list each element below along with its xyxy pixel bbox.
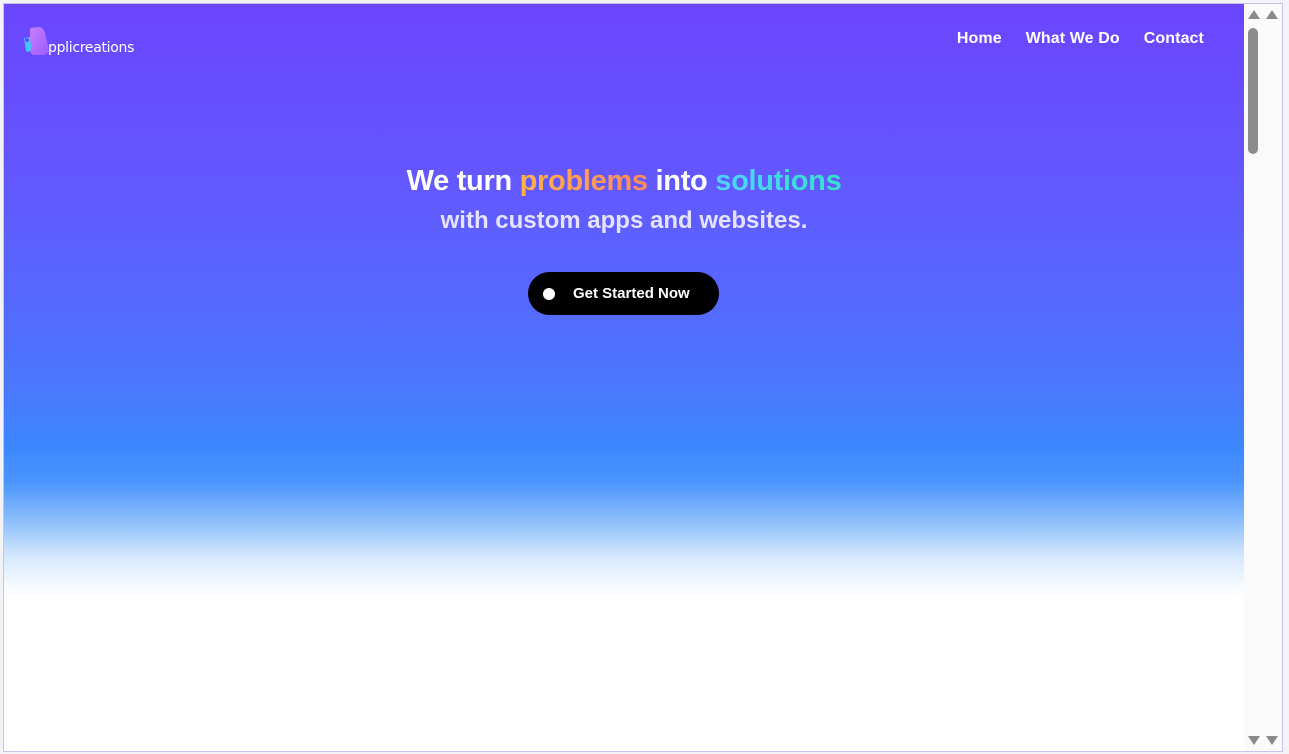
hero-section: We turn problems into solutions with cus… [4, 162, 1244, 236]
get-started-button[interactable]: Get Started Now [528, 272, 719, 315]
scrollbar-thumb[interactable] [1248, 28, 1258, 154]
hero-title-part1: We turn [406, 165, 520, 197]
main-nav: Home What We Do Contact [957, 30, 1204, 48]
logo-text: pplicreations [48, 40, 135, 56]
hero-subtitle: with custom apps and websites. [440, 207, 808, 234]
nav-link-home[interactable]: Home [957, 30, 1002, 48]
browser-frame: pplicreations Home What We Do Contact We… [3, 3, 1283, 752]
dot-icon [543, 287, 555, 300]
page-viewport: pplicreations Home What We Do Contact We… [4, 4, 1244, 751]
hero-title-part2: into [647, 165, 716, 197]
hero-title: We turn problems into solutions [4, 162, 1244, 200]
arrow-down-icon[interactable] [1248, 736, 1260, 745]
arrow-down-icon[interactable] [1266, 736, 1278, 745]
nav-link-contact[interactable]: Contact [1144, 30, 1204, 48]
get-started-label: Get Started Now [573, 285, 690, 302]
applicreations-logo-icon [22, 26, 50, 58]
nav-link-what-we-do[interactable]: What We Do [1026, 30, 1120, 48]
arrow-up-icon[interactable] [1266, 10, 1278, 19]
arrow-up-icon[interactable] [1248, 10, 1260, 19]
logo-link[interactable]: pplicreations [22, 24, 134, 58]
vertical-scrollbar[interactable] [1244, 4, 1282, 751]
hero-highlight-problems: problems [519, 165, 648, 197]
hero-highlight-solutions: solutions [715, 165, 842, 197]
